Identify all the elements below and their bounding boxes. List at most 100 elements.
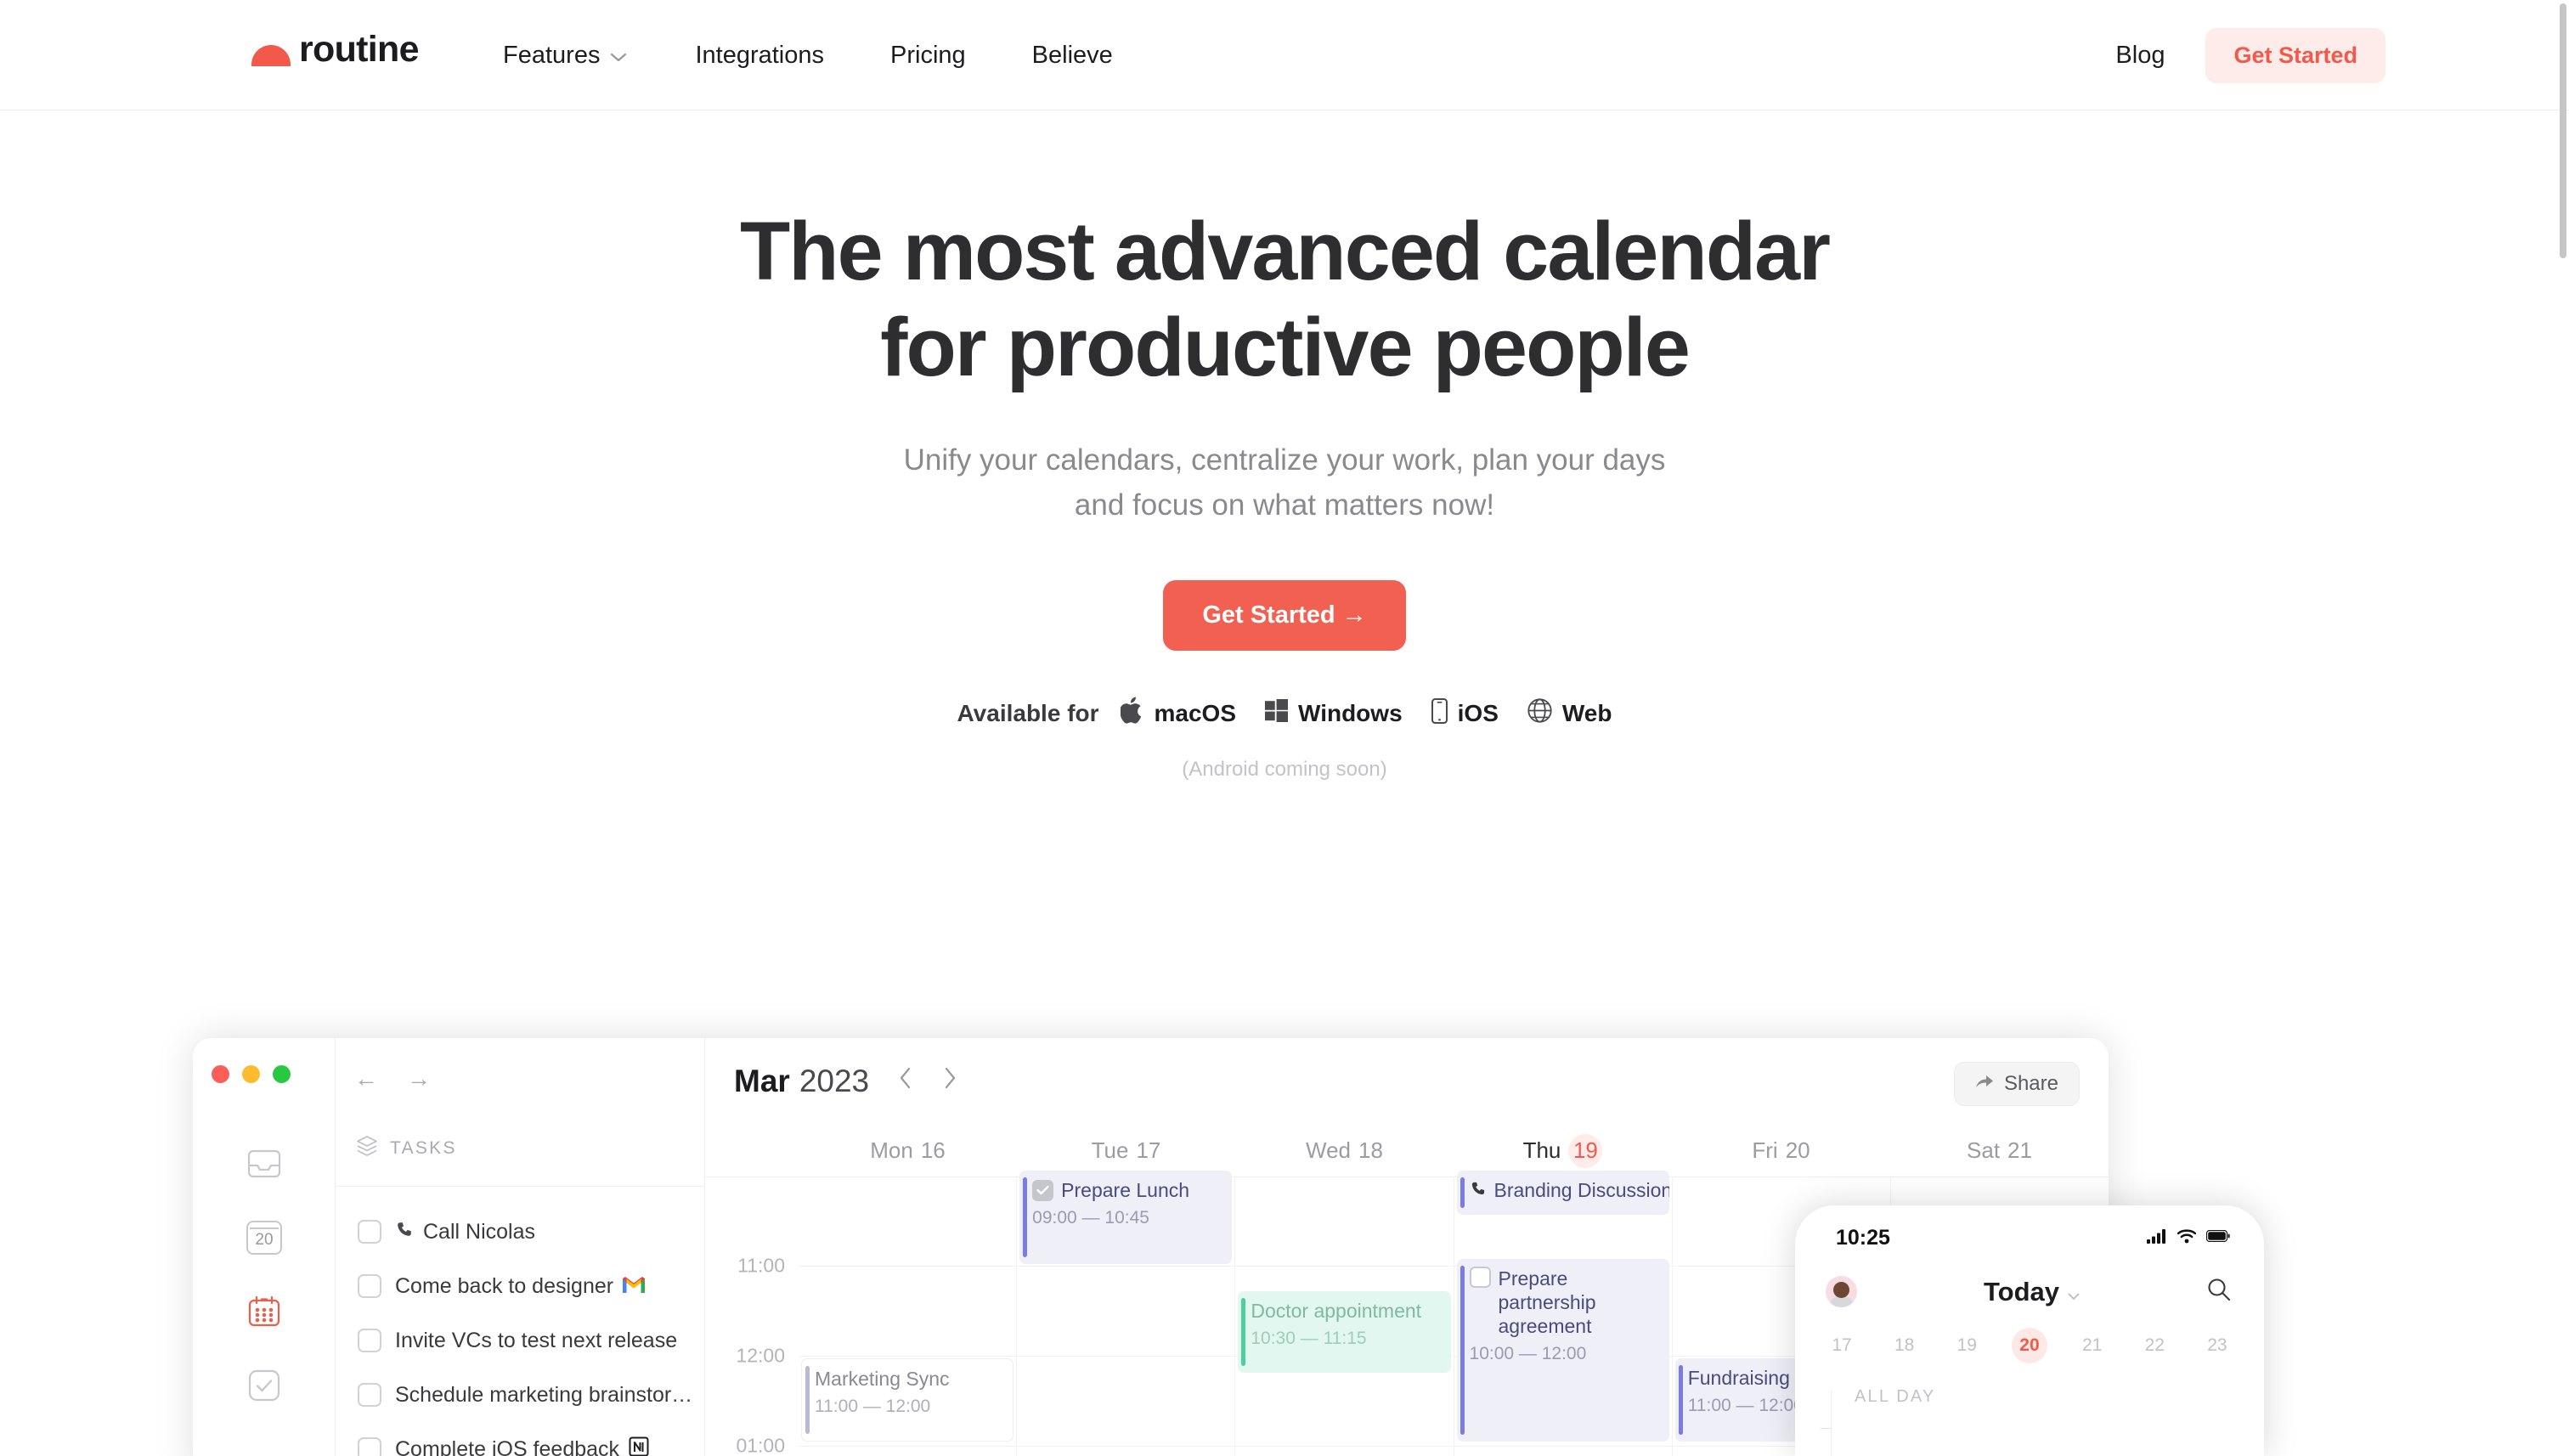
calendar-time-gutter: 11:00 12:00 01:00 (705, 1177, 799, 1456)
calendar-day-header[interactable]: Sat 21 (1890, 1125, 2109, 1177)
task-label-wrap: Call Nicolas (395, 1220, 535, 1244)
platform-web-label: Web (1561, 700, 1612, 727)
hero-get-started-button[interactable]: Get Started → (1163, 580, 1406, 652)
phone-date[interactable]: 23 (2199, 1328, 2235, 1363)
phone-status-icons (2147, 1228, 2230, 1248)
task-checkbox[interactable] (358, 1437, 381, 1456)
chevron-left-icon[interactable] (898, 1066, 912, 1097)
scrollbar-thumb[interactable] (2560, 3, 2566, 258)
platform-ios[interactable]: iOS (1431, 697, 1499, 730)
event-checkbox[interactable] (1032, 1179, 1054, 1201)
minimize-icon[interactable] (242, 1065, 260, 1083)
day-number: 18 (1358, 1137, 1383, 1163)
platform-macos[interactable]: macOS (1119, 697, 1236, 731)
nav-item-believe[interactable]: Believe (1032, 42, 1113, 70)
routine-dome-icon (251, 45, 291, 66)
back-arrow-icon[interactable]: ← (354, 1065, 378, 1092)
time-label: 01:00 (736, 1434, 785, 1456)
calendar-event[interactable]: Branding Discussion (1456, 1171, 1669, 1215)
day-name: Wed (1306, 1137, 1352, 1163)
avatar[interactable] (1826, 1276, 1857, 1307)
nav-item-blog[interactable]: Blog (2115, 42, 2165, 70)
search-icon[interactable] (2206, 1277, 2232, 1306)
site-header: routine Features Integrations Pricing Be… (0, 0, 2569, 110)
rail-item-calendar[interactable] (246, 1293, 283, 1330)
window-traffic-lights (212, 1065, 291, 1083)
page-scrollbar[interactable] (2557, 0, 2569, 1456)
calendar-day-header[interactable]: Wed 18 (1235, 1125, 1454, 1177)
day-20-icon: 20 (246, 1221, 282, 1255)
apple-icon (1119, 697, 1144, 731)
platform-windows[interactable]: Windows (1265, 699, 1403, 728)
calendar-event[interactable]: Prepare Lunch 09:00 — 10:45 (1019, 1171, 1233, 1264)
task-checkbox[interactable] (358, 1274, 381, 1298)
rail-item-day[interactable]: 20 (246, 1219, 283, 1256)
phone-date[interactable]: 22 (2137, 1328, 2172, 1363)
event-title: Marketing Sync (815, 1368, 950, 1390)
header-actions: Blog Get Started (2115, 0, 2386, 110)
rail-item-inbox[interactable] (246, 1145, 283, 1182)
phone-date[interactable]: 18 (1887, 1328, 1923, 1363)
calendar-day-header[interactable]: Fri 20 (1672, 1125, 1890, 1177)
calendar-day-header[interactable]: Tue 17 (1017, 1125, 1235, 1177)
phone-mockup: 10:25 Today 17 18 19 20 21 22 23 ALL DAY (1795, 1205, 2264, 1456)
time-label: 11:00 (737, 1254, 785, 1277)
nav-item-pricing-label: Pricing (890, 41, 966, 69)
calendar-column-thu[interactable]: Branding Discussion Prepare partnership … (1454, 1171, 1673, 1456)
phone-title[interactable]: Today (1984, 1277, 2080, 1307)
calendar-event[interactable]: Prepare partnership agreement 10:00 — 12… (1456, 1259, 1669, 1442)
calendar-day-header-today[interactable]: Thu 19 (1454, 1125, 1672, 1177)
rail-item-tasks[interactable] (246, 1367, 283, 1404)
gmail-icon (623, 1274, 646, 1299)
nav-item-pricing[interactable]: Pricing (890, 42, 966, 70)
phone-date[interactable]: 19 (1949, 1328, 1985, 1363)
chevron-right-icon[interactable] (943, 1066, 957, 1097)
share-arrow-icon (1975, 1072, 1994, 1096)
task-row[interactable]: Call Nicolas (336, 1205, 704, 1259)
nav-item-believe-label: Believe (1031, 41, 1113, 69)
phone-date[interactable]: 17 (1824, 1328, 1860, 1363)
calendar-day-header[interactable]: Mon 16 (799, 1125, 1017, 1177)
task-row[interactable]: Complete iOS feedback (336, 1422, 704, 1456)
maximize-icon[interactable] (273, 1065, 291, 1083)
event-checkbox[interactable] (1469, 1267, 1491, 1288)
nav-item-integrations-label: Integrations (695, 41, 824, 69)
tasks-divider (336, 1186, 704, 1187)
nav-item-features-label: Features (503, 41, 601, 69)
platform-web[interactable]: Web (1527, 698, 1612, 729)
day-number: 16 (920, 1137, 946, 1163)
logo[interactable]: routine (251, 29, 420, 71)
phone-date[interactable]: 21 (2075, 1328, 2110, 1363)
calendar-month: Mar (734, 1064, 790, 1098)
day-name: Thu (1522, 1137, 1561, 1163)
nav-item-integrations[interactable]: Integrations (695, 42, 824, 70)
task-row[interactable]: Come back to designer (336, 1259, 704, 1313)
page-title: The most advanced calendar for productiv… (0, 204, 2569, 395)
phone-icon (395, 1220, 414, 1244)
phone-date-selected[interactable]: 20 (2011, 1328, 2047, 1363)
available-for-label: Available for (957, 700, 1099, 727)
task-checkbox[interactable] (358, 1220, 381, 1244)
day-name: Tue (1091, 1137, 1129, 1163)
calendar-column-tue[interactable]: Prepare Lunch 09:00 — 10:45 (1017, 1171, 1236, 1456)
task-row[interactable]: Schedule marketing brainstor… (336, 1368, 704, 1422)
close-icon[interactable] (212, 1065, 229, 1083)
nav-item-features[interactable]: Features (503, 42, 627, 70)
event-time: 10:30 — 11:15 (1251, 1329, 1367, 1349)
header-get-started-button[interactable]: Get Started (2205, 27, 2386, 83)
battery-icon (2205, 1229, 2230, 1246)
phone-timeline-divider (1831, 1391, 1832, 1456)
task-label: Invite VCs to test next release (395, 1328, 678, 1352)
calendar-event[interactable]: Marketing Sync 11:00 — 12:00 (801, 1358, 1014, 1442)
task-label-wrap: Schedule marketing brainstor… (395, 1383, 692, 1408)
task-row[interactable]: Invite VCs to test next release (336, 1313, 704, 1368)
forward-arrow-icon[interactable]: → (407, 1065, 431, 1092)
calendar-column-mon[interactable]: Marketing Sync 11:00 — 12:00 (799, 1177, 1018, 1456)
calendar-event[interactable]: Doctor appointment 10:30 — 11:15 (1238, 1291, 1451, 1373)
calendar-column-wed[interactable]: Doctor appointment 10:30 — 11:15 (1235, 1177, 1454, 1456)
panel-history-nav: ← → (354, 1065, 431, 1092)
day-number: 17 (1136, 1137, 1161, 1163)
share-button[interactable]: Share (1953, 1062, 2080, 1106)
task-checkbox[interactable] (358, 1329, 381, 1352)
task-checkbox[interactable] (358, 1383, 381, 1407)
